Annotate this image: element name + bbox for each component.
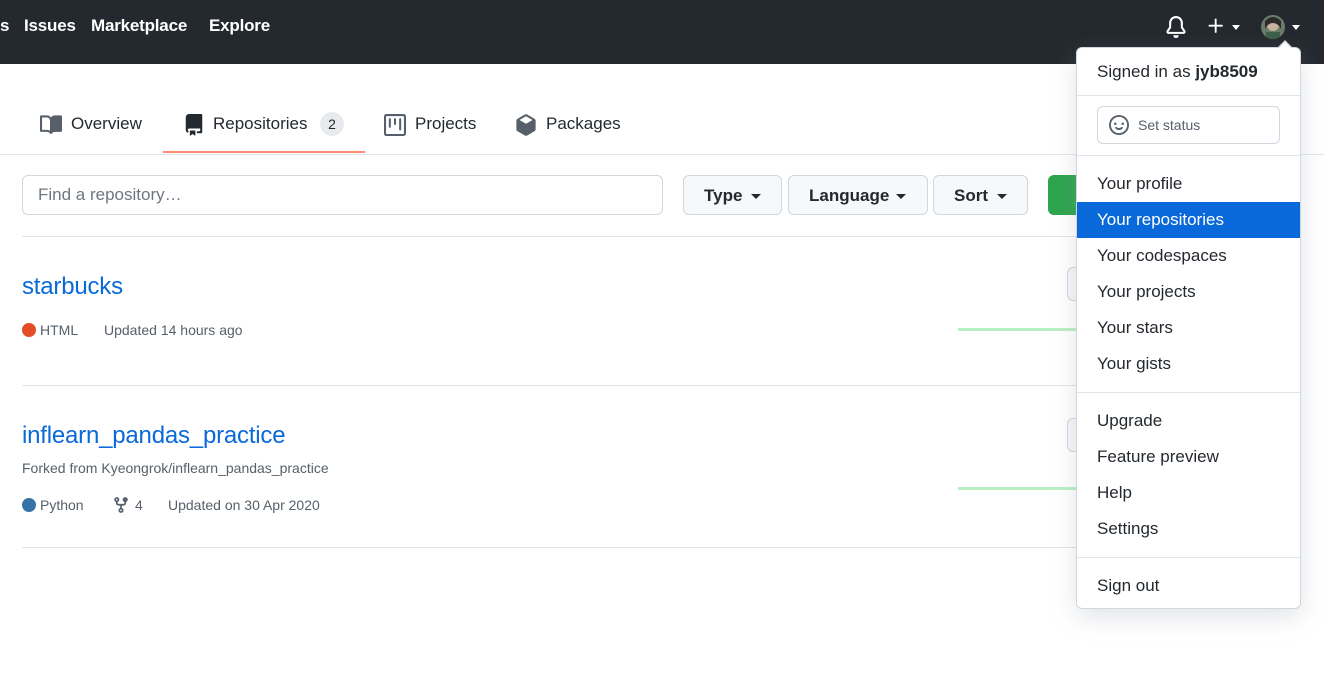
- type-filter-button[interactable]: Type: [683, 175, 782, 215]
- repositories-counter: 2: [320, 112, 344, 136]
- repo-name-link[interactable]: starbucks: [22, 273, 123, 301]
- menu-item-your-projects[interactable]: Your projects: [1077, 274, 1300, 310]
- language-filter-button[interactable]: Language: [788, 175, 928, 215]
- menu-divider: [1077, 155, 1300, 156]
- language-color-dot: [22, 323, 36, 337]
- tab-repositories[interactable]: Repositories 2: [183, 108, 353, 154]
- signed-in-username: jyb8509: [1195, 62, 1258, 81]
- repo-language: Python: [40, 497, 84, 513]
- menu-divider: [1077, 557, 1300, 558]
- menu-item-help[interactable]: Help: [1077, 475, 1300, 511]
- tab-projects[interactable]: Projects: [384, 108, 484, 154]
- tab-projects-label: Projects: [415, 114, 477, 133]
- nav-link-marketplace[interactable]: Marketplace: [91, 16, 187, 36]
- repo-name-link[interactable]: inflearn_pandas_practice: [22, 422, 286, 450]
- active-tab-underline: [163, 151, 365, 153]
- set-status-button[interactable]: Set status: [1097, 106, 1280, 144]
- sort-filter-label: Sort: [954, 186, 988, 205]
- chevron-down-icon: [896, 194, 906, 199]
- tab-packages[interactable]: Packages: [515, 108, 625, 154]
- book-icon: [40, 114, 63, 141]
- tab-overview-label: Overview: [71, 114, 142, 133]
- menu-divider: [1077, 95, 1300, 96]
- repo-icon: [183, 114, 205, 141]
- menu-item-sign-out[interactable]: Sign out: [1077, 568, 1300, 604]
- fork-count[interactable]: 4: [135, 497, 143, 513]
- signed-in-text: Signed in as jyb8509: [1097, 62, 1258, 81]
- menu-item-upgrade[interactable]: Upgrade: [1077, 403, 1300, 439]
- dropdown-caret-inner: [1278, 42, 1292, 49]
- forked-from-text: Forked from Kyeongrok/inflearn_pandas_pr…: [22, 460, 329, 476]
- menu-item-your-gists[interactable]: Your gists: [1077, 346, 1300, 382]
- divider: [22, 547, 1082, 548]
- tab-repositories-label: Repositories: [213, 114, 308, 133]
- menu-item-settings[interactable]: Settings: [1077, 511, 1300, 547]
- set-status-label: Set status: [1138, 117, 1201, 133]
- divider: [22, 385, 1082, 386]
- menu-item-your-repositories[interactable]: Your repositories: [1077, 202, 1300, 238]
- smiley-icon: [1109, 115, 1129, 140]
- type-filter-label: Type: [704, 186, 743, 205]
- tab-overview[interactable]: Overview: [40, 108, 150, 154]
- nav-link-issues[interactable]: Issues: [24, 16, 76, 36]
- fork-icon[interactable]: [112, 496, 130, 519]
- language-color-dot: [22, 498, 36, 512]
- chevron-down-icon: [997, 194, 1007, 199]
- nav-link-explore[interactable]: Explore: [209, 16, 270, 36]
- repo-language: HTML: [40, 322, 79, 338]
- repo-updated: Updated on 30 Apr 2020: [168, 497, 320, 513]
- menu-item-feature-preview[interactable]: Feature preview: [1077, 439, 1300, 475]
- activity-sparkline: [958, 487, 1078, 490]
- chevron-down-icon: [751, 194, 761, 199]
- language-filter-label: Language: [809, 186, 890, 205]
- avatar-caret-icon: [1292, 25, 1300, 30]
- menu-item-your-stars[interactable]: Your stars: [1077, 310, 1300, 346]
- menu-item-your-profile[interactable]: Your profile: [1077, 166, 1300, 202]
- sort-filter-button[interactable]: Sort: [933, 175, 1028, 215]
- user-menu-dropdown: Signed in as jyb8509 Set status Your pro…: [1076, 47, 1301, 609]
- menu-divider: [1077, 392, 1300, 393]
- divider: [22, 236, 1082, 237]
- plus-caret-icon: [1232, 25, 1240, 30]
- bell-icon[interactable]: [1165, 16, 1187, 43]
- activity-sparkline: [958, 328, 1078, 331]
- nav-link-pull-requests[interactable]: s: [0, 16, 9, 36]
- menu-item-your-codespaces[interactable]: Your codespaces: [1077, 238, 1300, 274]
- tab-packages-label: Packages: [546, 114, 621, 133]
- package-icon: [515, 114, 537, 141]
- project-icon: [384, 114, 406, 141]
- repo-updated: Updated 14 hours ago: [104, 322, 243, 338]
- find-repository-input[interactable]: [22, 175, 663, 215]
- plus-icon[interactable]: [1206, 16, 1226, 41]
